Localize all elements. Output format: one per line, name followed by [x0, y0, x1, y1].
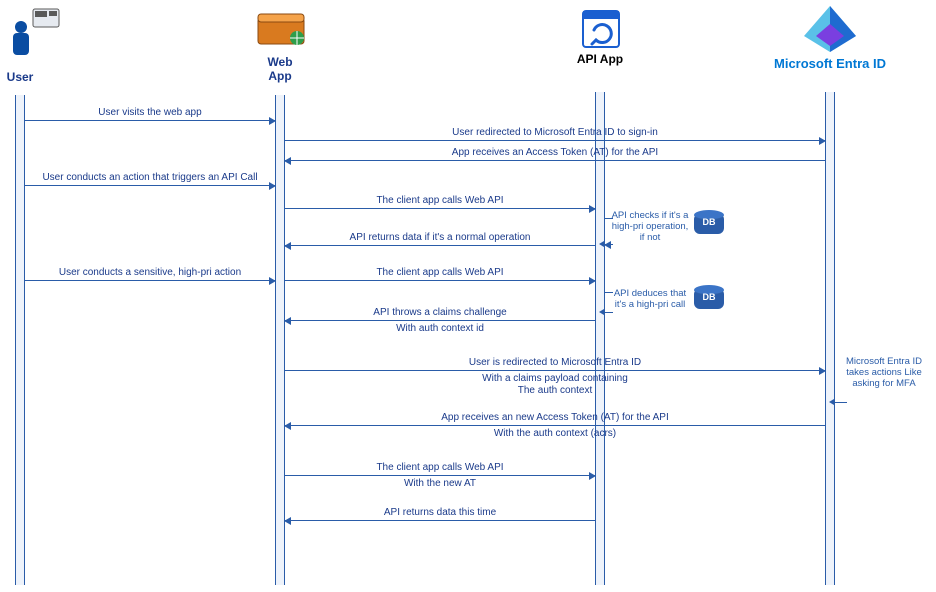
msg-m12: The client app calls Web API With the ne…	[285, 475, 595, 476]
lane-api-label: API App	[575, 52, 625, 66]
msg-m2: User redirected to Microsoft Entra ID to…	[285, 140, 825, 141]
entra-icon	[800, 2, 860, 56]
web-app-icon	[255, 8, 310, 53]
lane-web-label: Web App	[260, 55, 300, 83]
msg-m6: API returns data if it's a normal operat…	[285, 245, 595, 246]
lifeline-api	[595, 92, 605, 585]
connector-n3	[835, 402, 847, 403]
msg-m11: App receives an new Access Token (AT) fo…	[285, 425, 825, 426]
msg-m1: User visits the web app	[25, 120, 275, 121]
msg-m4: User conducts an action that triggers an…	[25, 185, 275, 186]
side-note-n3: Microsoft Entra ID takes actions Like as…	[840, 356, 928, 389]
msg-m7: User conducts a sensitive, high-pri acti…	[25, 280, 275, 281]
lane-user-label: User	[0, 70, 40, 84]
msg-m10: User is redirected to Microsoft Entra ID…	[285, 370, 825, 371]
db-icon-n2: DB	[694, 285, 724, 309]
lifeline-entra	[825, 92, 835, 585]
connector-n1a	[605, 218, 613, 219]
sequence-diagram: User Web App API App Microsoft Entra ID …	[0, 0, 936, 592]
connector-n2b	[605, 312, 613, 313]
api-app-icon	[580, 8, 622, 50]
connector-n2a	[605, 292, 613, 293]
lifeline-web	[275, 95, 285, 585]
msg-m3: App receives an Access Token (AT) for th…	[285, 160, 825, 161]
lane-entra-label: Microsoft Entra ID	[760, 56, 900, 71]
side-note-n2: API deduces that it's a high-pri call	[610, 288, 690, 310]
user-icon	[5, 5, 65, 60]
db-icon-n1: DB	[694, 210, 724, 234]
lifeline-user	[15, 95, 25, 585]
msg-m9: API throws a claims challenge With auth …	[285, 320, 595, 321]
msg-m13: API returns data this time	[285, 520, 595, 521]
side-note-n1: API checks if it's a high-pri operation,…	[610, 210, 690, 243]
connector-n1b	[605, 244, 613, 245]
msg-m5: The client app calls Web API	[285, 208, 595, 209]
msg-m8: The client app calls Web API	[285, 280, 595, 281]
